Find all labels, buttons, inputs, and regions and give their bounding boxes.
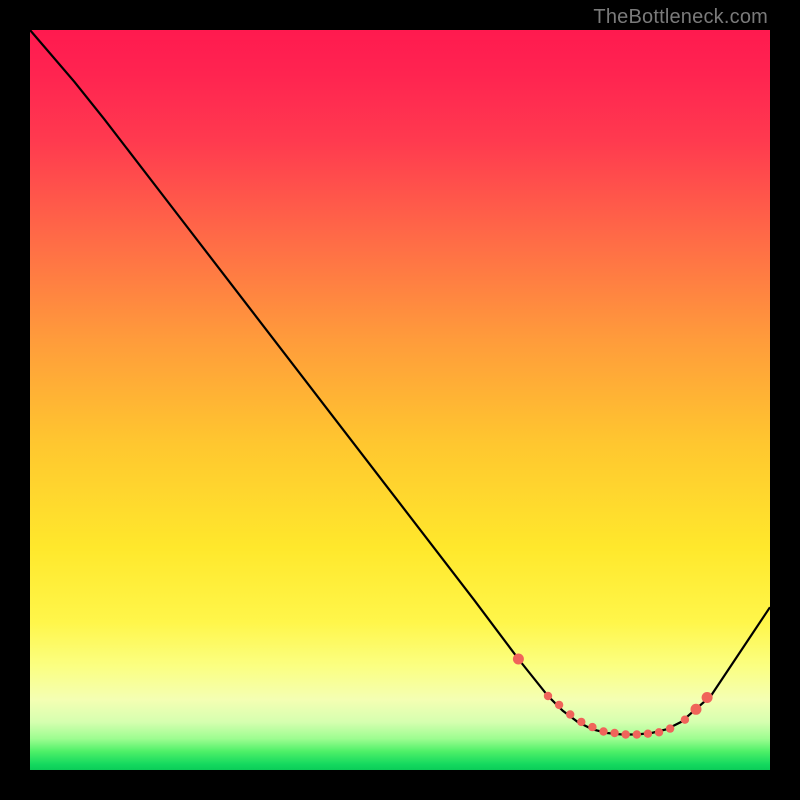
- line-series: [30, 30, 770, 735]
- marker-dot: [577, 718, 585, 726]
- marker-dot: [702, 692, 713, 703]
- marker-dot: [588, 723, 596, 731]
- marker-dot: [622, 730, 630, 738]
- marker-dot: [681, 716, 689, 724]
- marker-dot: [691, 704, 702, 715]
- plot-area: [30, 30, 770, 770]
- marker-dot: [544, 692, 552, 700]
- marker-dot: [666, 724, 674, 732]
- marker-dot: [633, 730, 641, 738]
- marker-dot: [644, 730, 652, 738]
- marker-dot: [513, 654, 524, 665]
- marker-dot: [599, 727, 607, 735]
- marker-dot: [566, 710, 574, 718]
- chart-frame: TheBottleneck.com: [0, 0, 800, 800]
- marker-group: [513, 654, 713, 739]
- chart-curve: [30, 30, 770, 770]
- marker-dot: [610, 729, 618, 737]
- marker-dot: [655, 728, 663, 736]
- watermark-text: TheBottleneck.com: [593, 6, 768, 29]
- marker-dot: [555, 701, 563, 709]
